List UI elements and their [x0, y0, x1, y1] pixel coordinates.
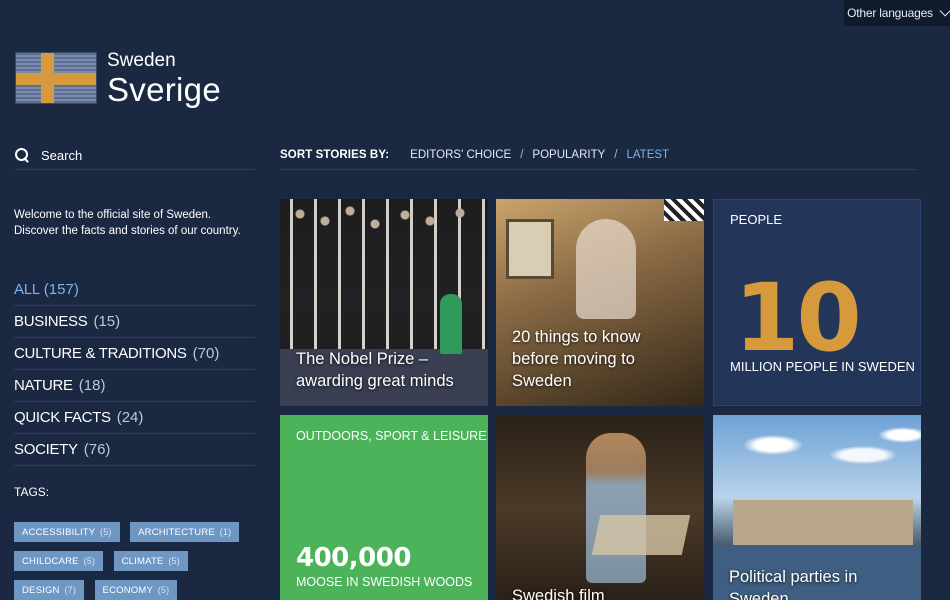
category-item-nature[interactable]: NATURE (18) [14, 370, 255, 402]
moving-photo [506, 219, 554, 279]
tag-count: (5) [168, 556, 180, 566]
sort-bar: SORT STORIES BY: EDITORS' CHOICE / POPUL… [280, 140, 916, 170]
chevron-down-icon [939, 5, 950, 17]
tag-list: ACCESSIBILITY (5) ARCHITECTURE (1) CHILD… [14, 522, 264, 600]
politics-photo [713, 415, 921, 495]
tag-name: ARCHITECTURE [138, 527, 215, 538]
sort-separator: / [520, 148, 524, 161]
category-count: (157) [43, 281, 79, 298]
tag-name: ACCESSIBILITY [22, 527, 96, 538]
category-name: NATURE [14, 377, 73, 394]
fact-number: 10 [734, 264, 862, 373]
story-card-moving[interactable]: 20 things to know before moving to Swede… [496, 199, 704, 406]
category-count: (18) [78, 377, 106, 394]
sort-label: SORT STORIES BY: [280, 148, 390, 161]
category-count: (76) [83, 441, 111, 458]
category-item-society[interactable]: SOCIETY (76) [14, 434, 255, 466]
story-title: Swedish film [512, 587, 605, 600]
story-title: Political parties in Sweden [729, 568, 858, 600]
sort-separator: / [614, 148, 618, 161]
site-logo[interactable]: Sweden Sverige [15, 50, 221, 109]
category-item-all[interactable]: ALL (157) [14, 274, 255, 306]
fact-caption: MOOSE IN SWEDISH WOODS [296, 575, 473, 589]
story-title: 20 things to know before moving to Swede… [512, 328, 641, 390]
tag-accessibility[interactable]: ACCESSIBILITY (5) [14, 522, 120, 542]
tag-count: (7) [64, 585, 77, 595]
tag-name: CHILDCARE [22, 556, 79, 567]
story-card-politics[interactable]: Political parties in Sweden [713, 415, 921, 600]
tag-count: (1) [219, 527, 232, 537]
logo-swedish: Sverige [107, 71, 221, 108]
category-name: SOCIETY [14, 441, 78, 458]
sort-latest[interactable]: LATEST [626, 149, 669, 161]
story-card-film[interactable]: Swedish film [496, 415, 704, 600]
fact-card-outdoors[interactable]: OUTDOORS, SPORT & LEISURE 400,000 MOOSE … [280, 415, 488, 600]
tag-climate[interactable]: CLIMATE (5) [113, 551, 188, 571]
fact-category: PEOPLE [730, 212, 783, 227]
category-list: ALL (157) BUSINESS (15) CULTURE & TRADIT… [14, 274, 255, 466]
fact-card-people[interactable]: PEOPLE 10 MILLION PEOPLE IN SWEDEN [713, 199, 921, 406]
tag-design[interactable]: DESIGN (7) [14, 580, 85, 600]
story-card-nobel[interactable]: The Nobel Prize – awarding great minds [280, 199, 488, 406]
tag-architecture[interactable]: ARCHITECTURE (1) [130, 522, 240, 542]
tag-economy[interactable]: ECONOMY (5) [94, 580, 178, 600]
category-name: BUSINESS [14, 313, 88, 330]
fact-caption: MILLION PEOPLE IN SWEDEN [730, 359, 915, 374]
category-item-quick-facts[interactable]: QUICK FACTS (24) [14, 402, 255, 434]
tag-name: DESIGN [22, 585, 60, 596]
sort-popularity[interactable]: POPULARITY [532, 149, 605, 161]
welcome-text: Welcome to the official site of Sweden. … [14, 209, 241, 237]
tag-count: (5) [83, 556, 96, 566]
tag-count: (5) [157, 585, 170, 595]
category-count: (24) [116, 409, 144, 426]
tags-heading: TAGS: [14, 485, 50, 499]
other-languages-button[interactable]: Other languages [844, 0, 950, 26]
fact-number: 400,000 [296, 543, 411, 573]
swedish-flag-icon [15, 52, 97, 104]
other-languages-label: Other languages [847, 6, 933, 20]
category-name: CULTURE & TRADITIONS [14, 345, 187, 362]
tag-childcare[interactable]: CHILDCARE (5) [14, 551, 104, 571]
category-count: (70) [192, 345, 220, 362]
category-item-culture[interactable]: CULTURE & TRADITIONS (70) [14, 338, 255, 370]
category-item-business[interactable]: BUSINESS (15) [14, 306, 255, 338]
tag-count: (5) [100, 527, 112, 537]
tag-name: ECONOMY [102, 585, 153, 596]
story-title: The Nobel Prize – awarding great minds [296, 350, 454, 390]
category-name: ALL [14, 281, 40, 298]
category-name: QUICK FACTS [14, 409, 111, 426]
search-field[interactable]: Search [15, 141, 255, 170]
search-icon [15, 148, 29, 162]
search-label: Search [41, 147, 83, 163]
logo-english: Sweden [107, 50, 176, 71]
sort-editors-choice[interactable]: EDITORS' CHOICE [410, 149, 511, 161]
film-photo [586, 433, 646, 583]
tag-name: CLIMATE [121, 556, 164, 567]
category-count: (15) [93, 313, 121, 330]
fact-category: OUTDOORS, SPORT & LEISURE [296, 429, 487, 443]
